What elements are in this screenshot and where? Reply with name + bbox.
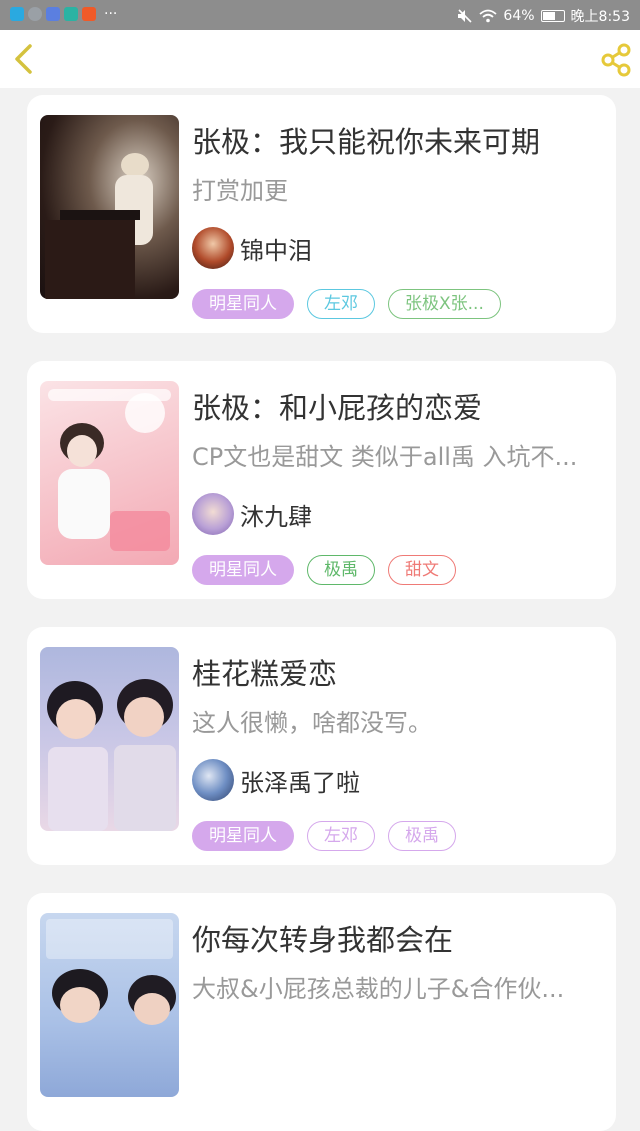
book-card[interactable]: 张极：我只能祝你未来可期 打赏加更 锦中泪 明星同人 左邓 张极X张... xyxy=(27,95,616,333)
author-name: 张泽禹了啦 xyxy=(240,768,360,797)
clock: 晚上8:53 xyxy=(570,9,630,25)
book-card[interactable]: 桂花糕爱恋 这人很懒，啥都没写。 张泽禹了啦 明星同人 左邓 极禹 xyxy=(27,627,616,865)
battery-percent: 64% xyxy=(503,8,535,24)
cover-art-two-boys xyxy=(47,679,176,831)
status-bar: ··· 64% 晚上8:53 xyxy=(0,0,640,30)
tag[interactable]: 明星同人 xyxy=(192,821,294,851)
tag-list: 明星同人 左邓 极禹 xyxy=(192,821,456,851)
avatar xyxy=(192,493,234,535)
tag[interactable]: 明星同人 xyxy=(192,555,294,585)
share-icon[interactable] xyxy=(598,42,634,78)
notification-icons: ··· xyxy=(10,7,117,21)
book-cover xyxy=(40,647,179,831)
chevron-left-icon[interactable] xyxy=(8,42,38,76)
book-description: 这人很懒，啥都没写。 xyxy=(192,709,432,737)
tag[interactable]: 左邓 xyxy=(307,821,375,851)
qq-icon xyxy=(28,7,42,21)
tag[interactable]: 极禹 xyxy=(307,555,375,585)
cover-art-singer-at-piano xyxy=(45,153,153,299)
book-card[interactable]: 你每次转身我都会在 大叔&小屁孩总裁的儿子&合作伙... xyxy=(27,893,616,1131)
cover-art-two-boys-blue xyxy=(46,919,176,1025)
book-cover xyxy=(40,381,179,565)
book-description: CP文也是甜文 类似于all禹 入坑不... xyxy=(192,443,578,471)
tag[interactable]: 左邓 xyxy=(307,289,375,319)
author-row[interactable]: 锦中泪 xyxy=(192,227,312,269)
book-card[interactable]: 张极：和小屁孩的恋爱 CP文也是甜文 类似于all禹 入坑不... 沐九肆 明星… xyxy=(27,361,616,599)
cover-art-pink-poster xyxy=(48,389,171,551)
author-row[interactable]: 张泽禹了啦 xyxy=(192,759,360,801)
red-app-icon xyxy=(82,7,96,21)
mute-icon xyxy=(458,9,472,23)
app-bar xyxy=(0,30,640,88)
music-app-icon xyxy=(46,7,60,21)
avatar xyxy=(192,759,234,801)
author-row[interactable]: 沐九肆 xyxy=(192,493,312,535)
tag-list: 明星同人 极禹 甜文 xyxy=(192,555,456,585)
author-name: 沐九肆 xyxy=(240,502,312,531)
tag[interactable]: 甜文 xyxy=(388,555,456,585)
tag[interactable]: 明星同人 xyxy=(192,289,294,319)
book-title[interactable]: 张极：我只能祝你未来可期 xyxy=(192,119,602,161)
book-cover xyxy=(40,913,179,1097)
tag-list: 明星同人 左邓 张极X张... xyxy=(192,289,501,319)
book-title[interactable]: 你每次转身我都会在 xyxy=(192,917,602,959)
book-description: 打赏加更 xyxy=(192,177,288,205)
system-icons: 64% 晚上8:53 xyxy=(457,6,630,26)
battery-icon xyxy=(540,10,565,22)
tag[interactable]: 极禹 xyxy=(388,821,456,851)
more-notifications-icon: ··· xyxy=(104,6,118,22)
book-description: 大叔&小屁孩总裁的儿子&合作伙... xyxy=(192,975,565,1003)
wifi-icon xyxy=(479,9,498,23)
author-name: 锦中泪 xyxy=(240,236,312,265)
shield-app-icon xyxy=(10,7,24,21)
phone-app-icon xyxy=(64,7,78,21)
avatar xyxy=(192,227,234,269)
book-cover xyxy=(40,115,179,299)
book-title[interactable]: 桂花糕爱恋 xyxy=(192,651,602,693)
book-title[interactable]: 张极：和小屁孩的恋爱 xyxy=(192,385,602,427)
tag[interactable]: 张极X张... xyxy=(388,289,501,319)
